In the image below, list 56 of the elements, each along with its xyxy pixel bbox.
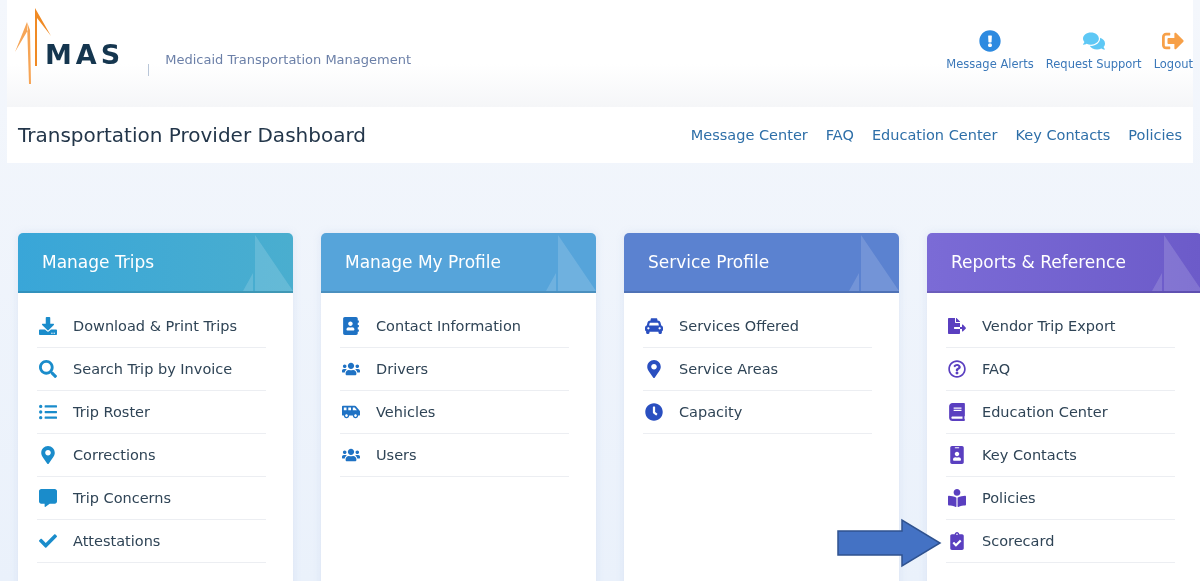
alert-icon [979, 30, 1002, 52]
check-icon [39, 532, 57, 550]
card-menu-link[interactable]: Download & Print Trips [37, 305, 266, 348]
card-menu-link[interactable]: Education Center [946, 391, 1175, 434]
download-icon [39, 317, 57, 335]
card-menu-link[interactable]: Search Trip by Invoice [37, 348, 266, 391]
page-title: Transportation Provider Dashboard [18, 123, 366, 147]
card-menu-link[interactable]: Attestations [37, 520, 266, 563]
nav-link[interactable]: FAQ [825, 127, 854, 143]
id-badge-icon [948, 446, 966, 464]
card-menu-link[interactable]: Trip Concerns [37, 477, 266, 520]
card-menu-link[interactable]: Key Contacts [946, 434, 1175, 477]
card-menu-link[interactable]: Capacity [643, 391, 872, 434]
file-export-icon [948, 317, 966, 335]
users-icon [342, 360, 360, 378]
header-action-link[interactable]: Message Alerts [946, 30, 1034, 71]
clipboard-check-icon [948, 532, 966, 550]
search-icon [39, 360, 57, 378]
question-icon [948, 360, 966, 378]
taxi-icon [645, 317, 663, 335]
card-title: Manage My Profile [345, 252, 501, 272]
reader-icon [948, 489, 966, 507]
card-menu-link[interactable]: FAQ [946, 348, 1175, 391]
card-menu-link[interactable]: Drivers [340, 348, 569, 391]
card-menu-link[interactable]: Policies [946, 477, 1175, 520]
nav-link[interactable]: Message Center [690, 127, 808, 143]
logout-icon [1162, 30, 1185, 52]
card-title: Reports & Reference [951, 252, 1126, 272]
card-title: Service Profile [648, 252, 770, 272]
nav-link[interactable]: Key Contacts [1015, 127, 1111, 143]
card-menu-link[interactable]: Users [340, 434, 569, 477]
address-book-icon [342, 317, 360, 335]
card-menu-link[interactable]: Scorecard [946, 520, 1175, 563]
users-icon [342, 446, 360, 464]
books-icon [948, 403, 966, 421]
tagline: Medicaid Transportation Management [165, 52, 412, 68]
card-menu-link[interactable]: Corrections [37, 434, 266, 477]
list-icon [39, 403, 57, 421]
card-menu-link[interactable]: Services Offered [643, 305, 872, 348]
nav-link[interactable]: Policies [1128, 127, 1182, 143]
chat-icon [1082, 30, 1105, 52]
logo: MAS [45, 39, 125, 70]
card-menu-link[interactable]: Vehicles [340, 391, 569, 434]
card-menu-link[interactable]: Service Areas [643, 348, 872, 391]
card-menu-link[interactable]: Contact Information [340, 305, 569, 348]
header-action-link[interactable]: Request Support [1045, 30, 1142, 71]
map-pin-icon [645, 360, 663, 378]
nav-link[interactable]: Education Center [871, 127, 998, 143]
comment-icon [39, 489, 57, 507]
card-menu-link[interactable]: Trip Roster [37, 391, 266, 434]
header-action-link[interactable]: Logout [1153, 30, 1193, 71]
card-menu-link[interactable]: Vendor Trip Export [946, 305, 1175, 348]
clock-icon [645, 403, 663, 421]
map-pin-icon [39, 446, 57, 464]
van-icon [342, 403, 360, 421]
card-title: Manage Trips [42, 252, 155, 272]
